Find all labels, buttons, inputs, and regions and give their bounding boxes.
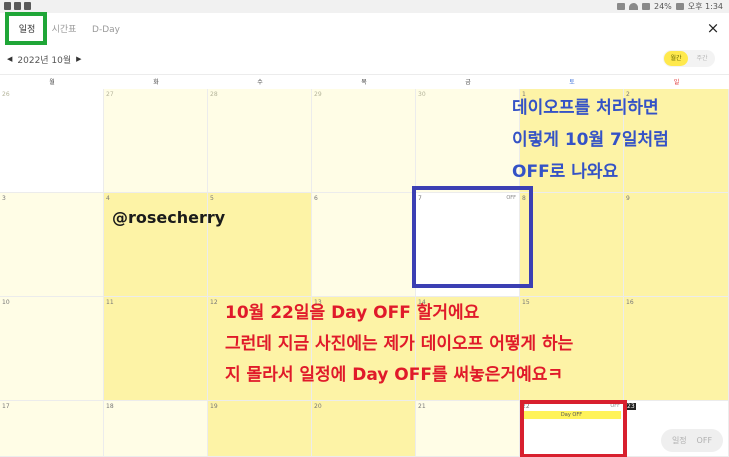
top-tabs: 일정 시간표 D-Day: [0, 13, 729, 47]
day-cell[interactable]: 26: [0, 89, 104, 193]
view-toggle[interactable]: 월간 주간: [663, 50, 715, 67]
month-label[interactable]: 2022년 10월: [17, 53, 71, 66]
day-number: 12: [210, 299, 218, 306]
status-bar: 24% 오후 1:34: [0, 0, 729, 13]
day-number: 30: [418, 91, 426, 98]
app-icon: [14, 2, 21, 10]
annotation-red-line: 지 몰라서 일정에 Day OFF를 써놓은거예요ㅋ: [225, 365, 564, 385]
day-cell[interactable]: 8: [520, 193, 624, 297]
weekday-label: 목: [361, 79, 367, 86]
day-cell[interactable]: 11: [104, 297, 208, 401]
weekday-label: 금: [465, 79, 471, 86]
annotation-red: 10월 22일을 Day OFF 할거에요 그런데 지금 사진에는 제가 데이오…: [225, 298, 573, 391]
day-cell[interactable]: 19: [208, 401, 312, 457]
weekday-label: 수: [257, 79, 263, 86]
status-app-icons: [4, 2, 31, 10]
annotation-blue: 데이오프를 처리하면 이렇게 10월 7일처럼 OFF로 나와요: [512, 92, 669, 188]
annotation-blue-line: OFF로 나와요: [512, 162, 619, 182]
day-cell[interactable]: 6: [312, 193, 416, 297]
mute-icon: [616, 3, 625, 10]
day-number: 6: [314, 195, 318, 202]
day-cell[interactable]: 30: [416, 89, 520, 193]
status-right: 24% 오후 1:34: [616, 0, 723, 13]
day-cell[interactable]: 3: [0, 193, 104, 297]
alarm-icon: [641, 3, 650, 10]
next-month-icon[interactable]: ▶: [76, 55, 81, 63]
weekday-header: 월화수목금토일: [0, 74, 729, 89]
day-cell[interactable]: 27: [104, 89, 208, 193]
day-number: 18: [106, 403, 114, 410]
battery-level: 24%: [653, 2, 672, 11]
highlight-box-green: [5, 12, 47, 45]
day-cell[interactable]: 10: [0, 297, 104, 401]
day-cell[interactable]: 28: [208, 89, 312, 193]
app-icon: [24, 2, 31, 10]
day-number: 20: [314, 403, 322, 410]
day-number: 5: [210, 195, 214, 202]
day-number: 21: [418, 403, 426, 410]
battery-icon: [675, 3, 684, 10]
annotation-blue-line: 데이오프를 처리하면: [512, 98, 659, 118]
annotation-blue-line: 이렇게 10월 7일처럼: [512, 130, 669, 150]
day-number: 23: [626, 403, 636, 410]
clock: 오후 1:34: [687, 2, 723, 11]
bottom-toggle-off[interactable]: OFF: [697, 436, 713, 445]
app-icon: [4, 2, 11, 10]
day-cell[interactable]: 16: [624, 297, 729, 401]
day-number: 27: [106, 91, 114, 98]
annotation-handle: @rosecherry: [112, 208, 226, 227]
day-cell[interactable]: 20: [312, 401, 416, 457]
day-cell[interactable]: 29: [312, 89, 416, 193]
day-number: 29: [314, 91, 322, 98]
annotation-red-line: 그런데 지금 사진에는 제가 데이오프 어떻게 하는: [225, 334, 574, 354]
weekday-label: 월: [49, 79, 55, 86]
day-number: 9: [626, 195, 630, 202]
weekday-label: 토: [569, 79, 575, 86]
day-number: 10: [2, 299, 10, 306]
view-toggle-week[interactable]: 주간: [690, 51, 714, 66]
wifi-icon: [628, 3, 638, 10]
highlight-box-red: [520, 400, 627, 457]
day-number: 19: [210, 403, 218, 410]
day-number: 16: [626, 299, 634, 306]
highlight-box-blue: [412, 186, 533, 288]
annotation-red-line: 10월 22일을 Day OFF 할거에요: [225, 303, 480, 323]
weekday-label: 일: [673, 79, 680, 86]
day-number: 4: [106, 195, 110, 202]
view-toggle-month[interactable]: 월간: [664, 51, 688, 66]
day-number: 11: [106, 299, 114, 306]
tab-dday[interactable]: D-Day: [90, 13, 122, 47]
bottom-toggle[interactable]: 일정 OFF: [661, 429, 723, 452]
day-number: 28: [210, 91, 218, 98]
prev-month-icon[interactable]: ◀: [7, 55, 12, 63]
bottom-toggle-schedule[interactable]: 일정: [672, 435, 687, 446]
day-cell[interactable]: 17: [0, 401, 104, 457]
day-cell[interactable]: 21: [416, 401, 520, 457]
tab-timetable[interactable]: 시간표: [49, 13, 79, 47]
day-cell[interactable]: 18: [104, 401, 208, 457]
weekday-label: 화: [153, 79, 159, 86]
month-nav: ◀ 2022년 10월 ▶: [7, 51, 82, 67]
day-cell[interactable]: 9: [624, 193, 729, 297]
day-number: 3: [2, 195, 6, 202]
day-number: 17: [2, 403, 10, 410]
day-number: 26: [2, 91, 10, 98]
close-button[interactable]: ×: [705, 19, 721, 37]
